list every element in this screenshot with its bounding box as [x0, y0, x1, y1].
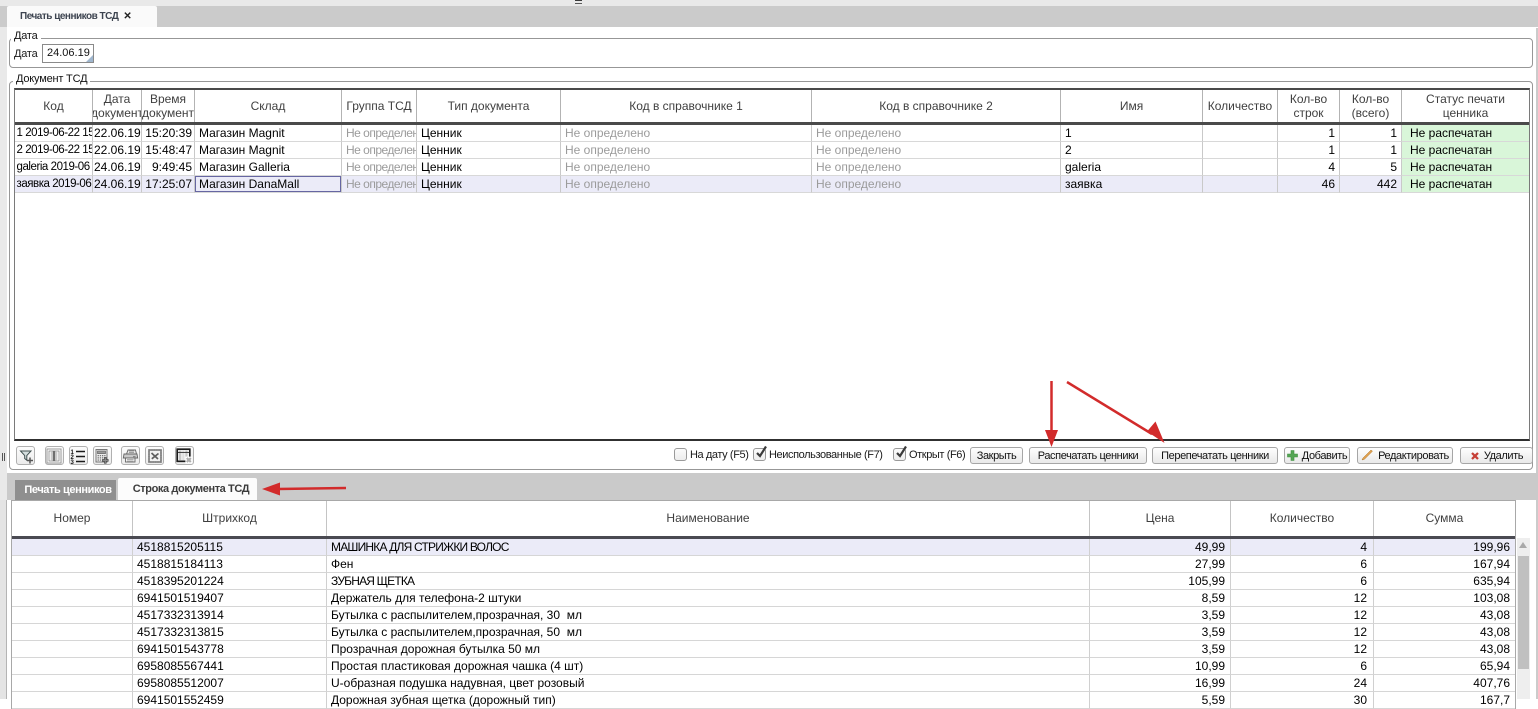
- svg-text:3: 3: [71, 460, 75, 464]
